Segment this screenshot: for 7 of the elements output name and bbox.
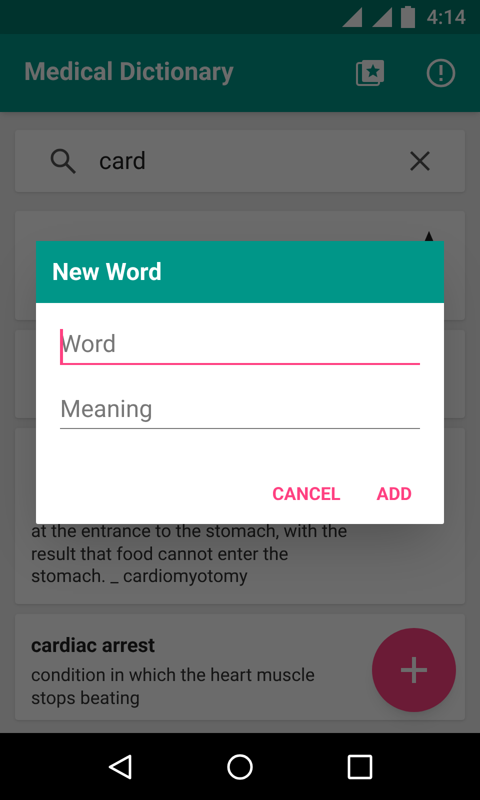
search-text: card (99, 146, 148, 177)
definition: condition in which the heart muscle stops beating (31, 664, 316, 710)
dialog-title: New Word (52, 257, 162, 288)
clock: 4:14 (426, 4, 466, 31)
term: cardiac arrest (31, 632, 156, 659)
definition: at the entrance to the stomach, with the result that food cannot enter the stomach. _ cardiomyotomy (31, 521, 348, 588)
app-title: Medical Dictionary (24, 57, 235, 90)
